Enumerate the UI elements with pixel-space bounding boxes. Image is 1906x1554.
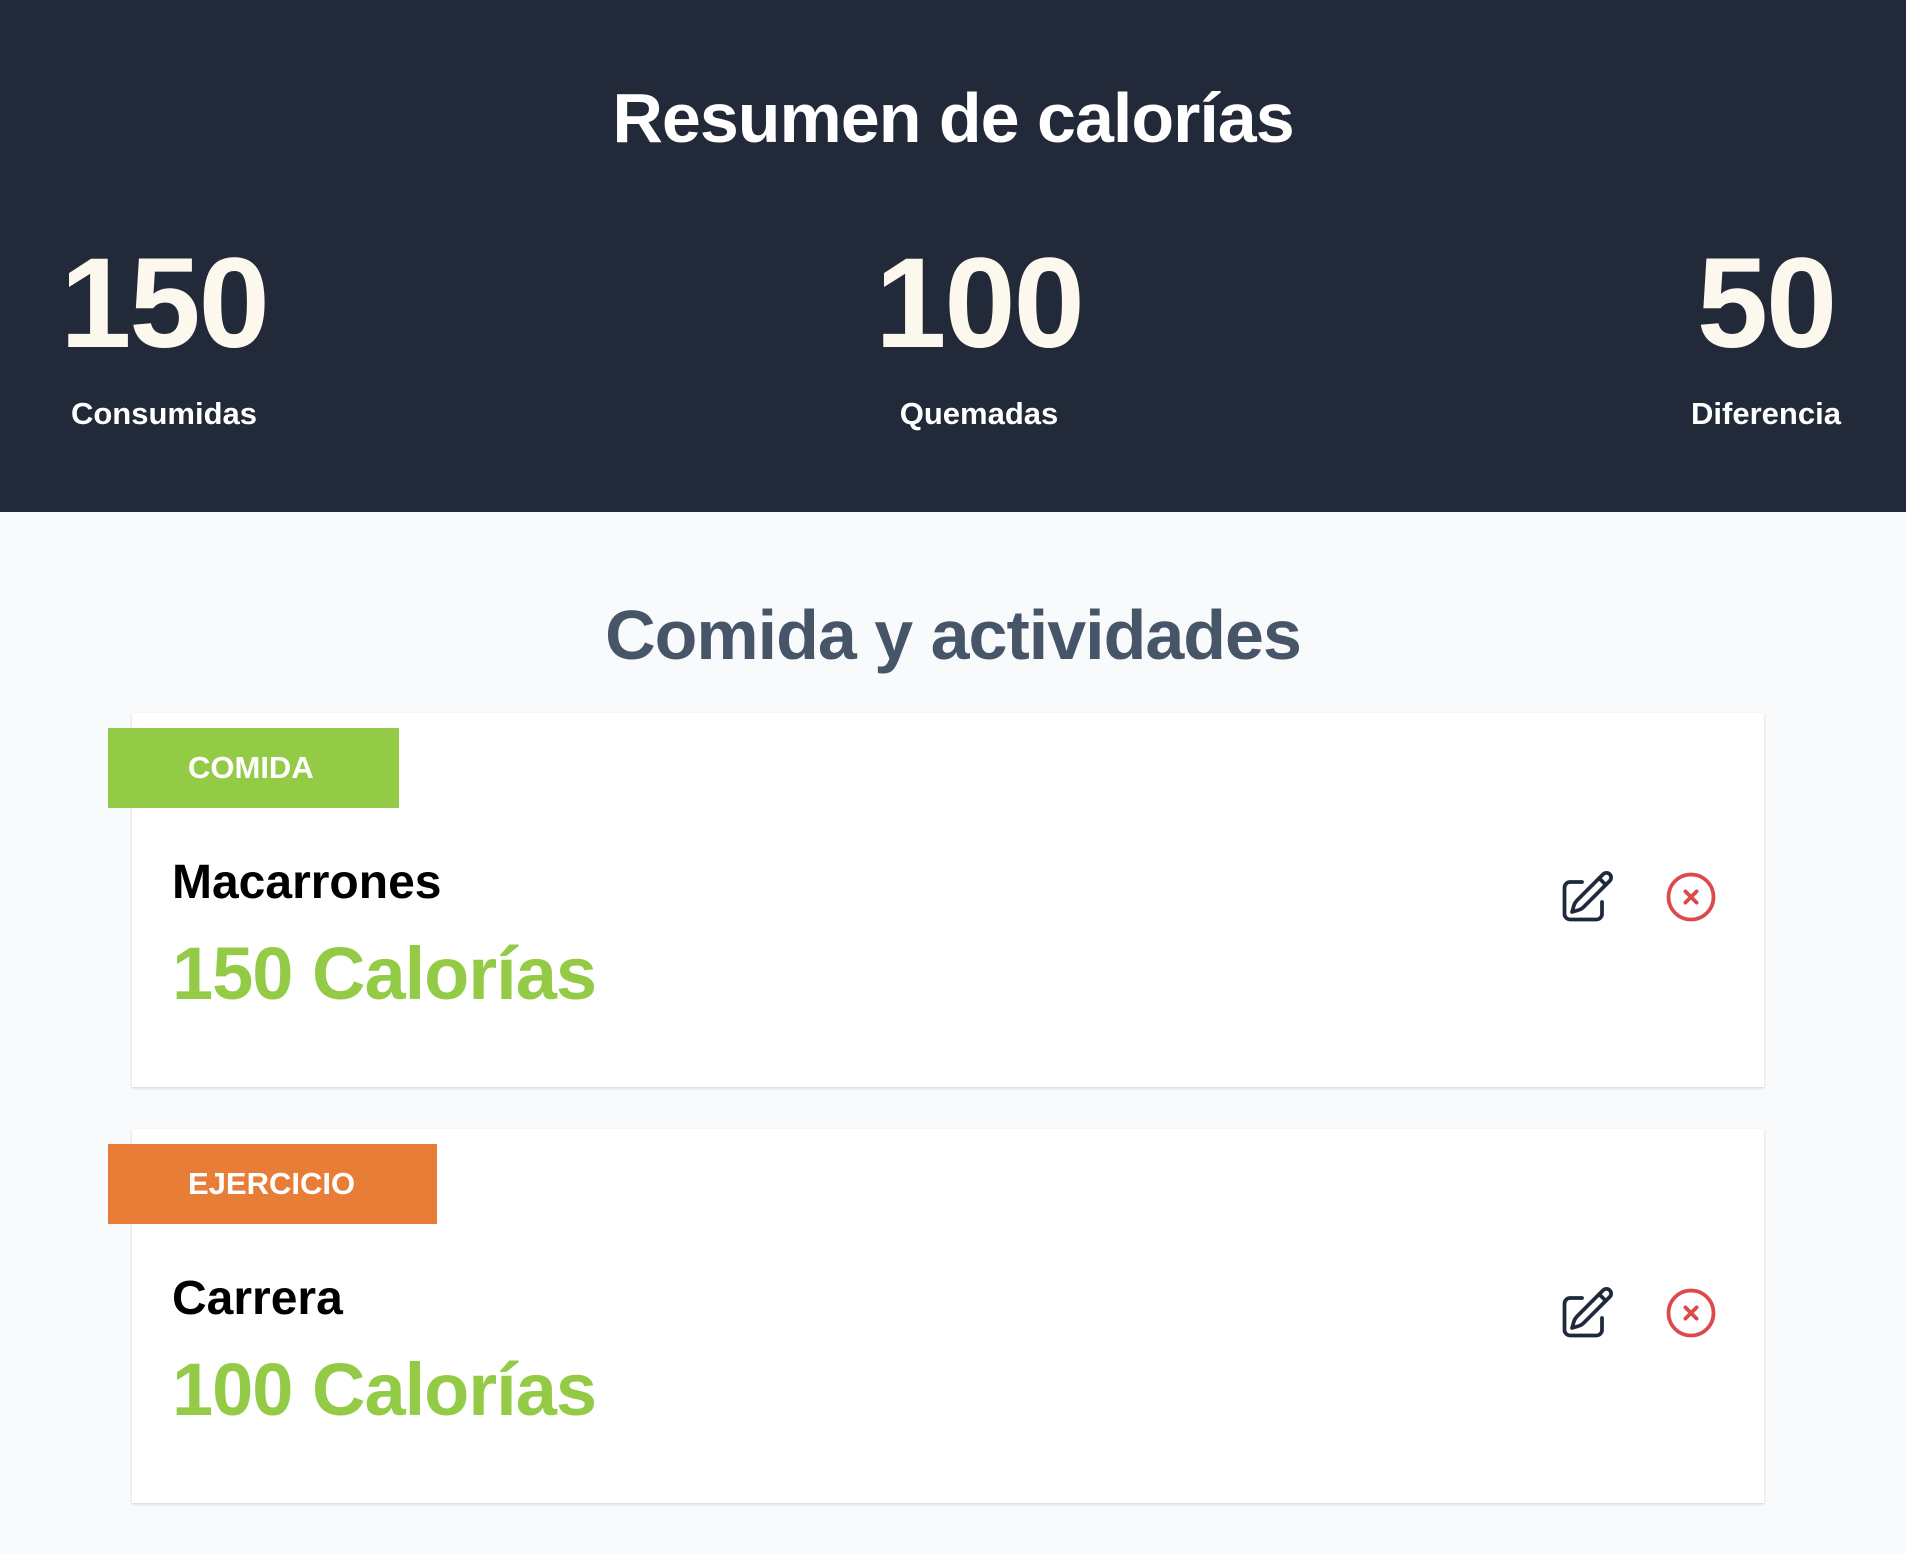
stat-burned-label: Quemadas [899, 396, 1059, 431]
x-circle-icon [1666, 872, 1716, 922]
stat-difference-label: Diferencia [1691, 396, 1841, 431]
stat-consumed-label: Consumidas [70, 396, 258, 431]
stat-consumed: 150 Consumidas [50, 240, 278, 432]
activity-name: Macarrones [172, 856, 442, 909]
activity-card: Ejercicio Carrera 100 Calorías [108, 1129, 1764, 1503]
activity-calories: 100 Calorías [172, 1348, 597, 1431]
pencil-square-icon [1562, 871, 1613, 922]
activity-card: Comida Macarrones 150 Calorías [108, 713, 1764, 1087]
delete-button[interactable] [1661, 1283, 1721, 1343]
category-badge-food: Comida [108, 728, 399, 808]
stat-difference-value: 50 [1696, 232, 1837, 375]
calorie-summary: Resumen de calorías 150 Consumidas 100 Q… [0, 0, 1906, 512]
stat-burned-value: 100 [875, 232, 1085, 375]
category-badge-exercise: Ejercicio [108, 1144, 437, 1224]
summary-title: Resumen de calorías [612, 79, 1294, 157]
activity-name: Carrera [172, 1272, 343, 1325]
stat-consumed-value: 150 [60, 232, 270, 375]
x-circle-icon [1666, 1288, 1716, 1338]
stat-difference: 50 Diferencia [1680, 240, 1852, 432]
edit-button[interactable] [1557, 867, 1617, 927]
delete-button[interactable] [1661, 867, 1721, 927]
edit-button[interactable] [1557, 1283, 1617, 1343]
activities-title: Comida y actividades [605, 596, 1302, 674]
activity-calories: 150 Calorías [172, 932, 597, 1015]
stat-burned: 100 Quemadas [860, 240, 1098, 432]
pencil-square-icon [1562, 1287, 1613, 1338]
